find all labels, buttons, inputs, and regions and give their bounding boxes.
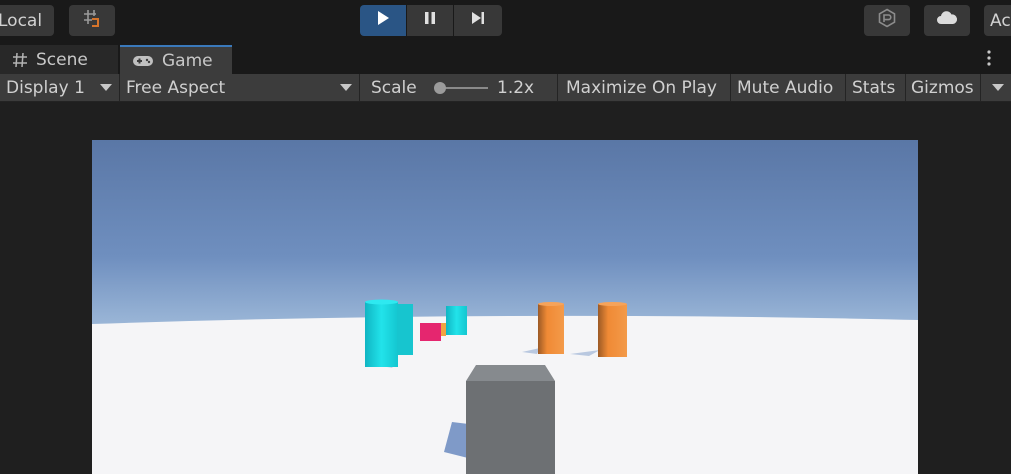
collab-icon — [877, 8, 897, 33]
play-icon — [375, 10, 391, 31]
grid-snapping-button[interactable] — [69, 5, 115, 36]
chevron-down-icon — [992, 84, 1004, 91]
step-icon — [470, 10, 486, 31]
stats-label: Stats — [852, 77, 896, 98]
aspect-dropdown[interactable]: Free Aspect — [120, 74, 360, 101]
maximize-on-play-toggle[interactable]: Maximize On Play — [558, 74, 731, 101]
view-tab-bar: Scene Game — [0, 42, 1011, 74]
account-button[interactable]: Ac — [984, 5, 1011, 36]
pause-icon — [422, 10, 438, 31]
collab-button[interactable] — [864, 5, 910, 36]
main-toolbar: Local Ac — [0, 0, 1011, 42]
aspect-label: Free Aspect — [126, 77, 226, 98]
step-button[interactable] — [454, 5, 502, 36]
gamepad-icon — [132, 54, 154, 68]
grid-snap-icon — [81, 7, 103, 34]
stats-toggle[interactable]: Stats — [846, 74, 906, 101]
cloud-icon — [936, 10, 958, 31]
scale-value: 1.2x — [497, 77, 535, 98]
player-cube — [466, 365, 555, 474]
cyan-obstacle-far — [446, 306, 467, 335]
play-button[interactable] — [360, 5, 406, 36]
pivot-local-button[interactable]: Local — [0, 5, 54, 36]
tab-scene[interactable]: Scene — [0, 45, 118, 74]
tab-game[interactable]: Game — [120, 45, 232, 74]
gizmos-label: Gizmos — [911, 77, 974, 98]
scale-slider-handle[interactable] — [434, 82, 446, 94]
tab-game-label: Game — [162, 50, 213, 71]
display-label: Display 1 — [6, 77, 85, 98]
mute-audio-toggle[interactable]: Mute Audio — [731, 74, 846, 101]
tab-scene-label: Scene — [36, 49, 88, 70]
scale-label: Scale — [371, 77, 417, 98]
gizmos-toggle[interactable]: Gizmos — [906, 74, 981, 101]
orange-obstacle — [598, 302, 627, 357]
hash-icon — [12, 52, 28, 68]
mute-label: Mute Audio — [737, 77, 834, 98]
local-label: Local — [0, 10, 43, 31]
account-label: Ac — [990, 10, 1011, 31]
cloud-button[interactable] — [924, 5, 970, 36]
gizmos-dropdown[interactable] — [981, 74, 1011, 101]
chevron-down-icon — [340, 84, 352, 91]
game-view-render[interactable] — [92, 140, 918, 474]
game-scene — [92, 140, 918, 474]
orange-obstacle — [538, 302, 564, 354]
display-dropdown[interactable]: Display 1 — [0, 74, 120, 101]
chevron-down-icon — [100, 84, 112, 91]
maximize-label: Maximize On Play — [566, 77, 717, 98]
more-options-icon[interactable] — [982, 48, 996, 68]
pause-button[interactable] — [407, 5, 453, 36]
